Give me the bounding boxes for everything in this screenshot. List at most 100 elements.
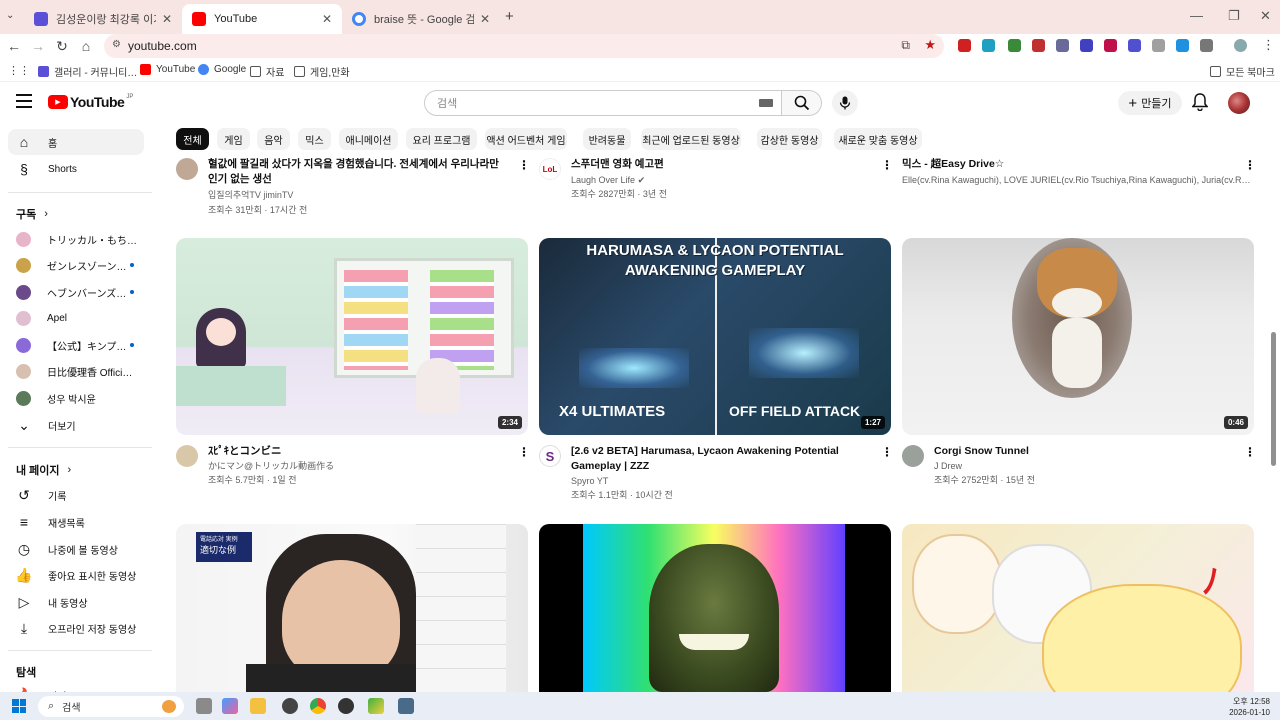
video-thumbnail[interactable]	[539, 524, 891, 692]
system-clock[interactable]: 오후 12:58 2026-01-10	[1229, 696, 1270, 718]
page-scrollbar[interactable]	[1271, 332, 1276, 466]
channel-name[interactable]: Laugh Over Life ✔	[571, 173, 645, 187]
site-info-icon[interactable]: ⚙	[112, 39, 121, 50]
video-thumbnail[interactable]: 電話応対 実例 適切な例	[176, 524, 528, 692]
voice-search-button[interactable]	[832, 90, 858, 116]
bookmark-folder-games[interactable]: 게임,만화	[294, 64, 350, 79]
video-title[interactable]: Corgi Snow Tunnel	[934, 444, 1230, 459]
chip-watched[interactable]: 감상한 동영상	[757, 128, 822, 150]
video-menu-icon[interactable]: ⋮	[518, 445, 530, 459]
file-explorer-icon[interactable]	[250, 698, 266, 714]
sidebar-subscription[interactable]: ヘブンバーンズ…	[8, 279, 144, 305]
browser-tab-google[interactable]: braise 뜻 - Google 검색 ✕	[342, 4, 500, 34]
sidebar-subscription[interactable]: ゼンレスゾーン…	[8, 252, 144, 278]
extension-icon[interactable]	[1056, 39, 1069, 52]
video-menu-icon[interactable]: ⋮	[518, 158, 530, 172]
video-thumbnail[interactable]: 2:34	[176, 238, 528, 435]
channel-avatar[interactable]: LoL	[539, 158, 561, 180]
keyboard-icon[interactable]	[759, 99, 773, 107]
bookmark-youtube[interactable]: YouTube	[140, 64, 195, 75]
sidebar-item-liked[interactable]: 👍 좋아요 표시한 동영상	[8, 562, 144, 588]
video-title[interactable]: 혈값에 팔길래 샀다가 지옥을 경험했습니다. 전세계에서 우리나라만 인기 없…	[208, 157, 504, 187]
video-menu-icon[interactable]: ⋮	[881, 158, 893, 172]
sidebar-subscription[interactable]: 성우 박시윤	[8, 385, 144, 411]
chip-music[interactable]: 음악	[257, 128, 290, 150]
extension-icon[interactable]	[1128, 39, 1141, 52]
tab-search-chevron-icon[interactable]: ⌄	[6, 10, 14, 21]
extension-icon[interactable]	[1104, 39, 1117, 52]
bookmark-star-icon[interactable]: ★	[924, 37, 936, 53]
video-menu-icon[interactable]: ⋮	[1244, 445, 1256, 459]
extension-icon[interactable]	[1080, 39, 1093, 52]
windows-start-icon[interactable]	[12, 699, 26, 713]
forward-icon[interactable]: →	[30, 38, 46, 54]
restore-icon[interactable]: ❐	[1228, 8, 1240, 24]
minimize-icon[interactable]: —	[1190, 8, 1203, 23]
subscriptions-header[interactable]: 구독 ›	[16, 206, 48, 222]
notifications-bell-icon[interactable]	[1191, 93, 1209, 116]
chip-recently-uploaded[interactable]: 최근에 업로드된 동영상	[641, 128, 741, 150]
sidebar-subscription[interactable]: Apel	[8, 305, 144, 331]
create-button[interactable]: + 만들기	[1118, 91, 1182, 115]
youtube-logo[interactable]: ▶ YouTube JP	[48, 94, 133, 110]
video-thumbnail[interactable]: HARUMASA & LYCAON POTENTIAL AWAKENING GA…	[539, 238, 891, 435]
apps-grid-icon[interactable]: ⋮⋮	[8, 64, 30, 77]
video-title[interactable]: ｽﾋﾟｷとコンビニ	[208, 444, 504, 459]
video-thumbnail[interactable]: ﾉ	[902, 524, 1254, 692]
app-icon[interactable]	[282, 698, 298, 714]
cast-icon[interactable]: ⧉	[901, 38, 910, 53]
video-title[interactable]: 스푸더맨 영화 예고편	[571, 157, 867, 172]
hamburger-menu-icon[interactable]	[16, 94, 32, 108]
sidebar-item-playlists[interactable]: ≡ 재생목록	[8, 509, 144, 535]
video-menu-icon[interactable]: ⋮	[881, 445, 893, 459]
sidebar-subscription[interactable]: 日比優理香 Official …	[8, 358, 144, 384]
video-thumbnail[interactable]: 0:46	[902, 238, 1254, 435]
video-title[interactable]: [2.6 v2 BETA] Harumasa, Lycaon Awakening…	[571, 444, 867, 474]
channel-avatar[interactable]: S	[539, 445, 561, 467]
app-icon[interactable]	[398, 698, 414, 714]
video-title[interactable]: 믹스 - 超Easy Drive☆	[902, 157, 1232, 172]
close-window-icon[interactable]: ✕	[1260, 8, 1271, 24]
channel-name[interactable]: 입질의추억TV jiminTV	[208, 188, 293, 202]
back-icon[interactable]: ←	[6, 38, 22, 54]
chip-action-adventure[interactable]: 액션 어드벤처 게임	[485, 128, 567, 150]
browser-tab-youtube[interactable]: YouTube ✕	[182, 4, 342, 34]
sidebar-subscription[interactable]: 【公式】キンプ…	[8, 332, 144, 358]
browser-tab-1[interactable]: 김성운이랑 최강록 이거 뭐냐… ✕	[24, 4, 182, 34]
you-header[interactable]: 내 페이지 ›	[16, 462, 71, 478]
download-icon[interactable]	[1176, 39, 1189, 52]
address-bar[interactable]: ⚙ youtube.com ⧉ ★	[104, 34, 944, 58]
reload-icon[interactable]: ↻	[54, 38, 70, 55]
app-icon[interactable]	[368, 698, 384, 714]
channel-name[interactable]: Spyro YT	[571, 474, 608, 488]
new-tab-button[interactable]: +	[505, 8, 514, 25]
sidebar-item-downloads[interactable]: ⤓ 오프라인 저장 동영상	[8, 615, 144, 641]
close-tab-icon[interactable]: ✕	[480, 12, 490, 26]
chip-cooking[interactable]: 요리 프로그램	[406, 128, 477, 150]
account-avatar[interactable]	[1228, 92, 1250, 114]
extension-icon[interactable]	[1152, 39, 1165, 52]
sidebar-item-more[interactable]: ⌄ 더보기	[8, 412, 144, 438]
app-icon[interactable]	[338, 698, 354, 714]
chip-games[interactable]: 게임	[217, 128, 250, 150]
sidebar-item-watch-later[interactable]: ◷ 나중에 볼 동영상	[8, 536, 144, 562]
extension-icon[interactable]	[982, 39, 995, 52]
close-tab-icon[interactable]: ✕	[322, 12, 332, 26]
channel-avatar[interactable]	[176, 445, 198, 467]
sidebar-item-home[interactable]: ⌂ 홈	[8, 129, 144, 155]
home-icon[interactable]: ⌂	[78, 38, 94, 54]
chip-pets[interactable]: 반려동물	[583, 128, 631, 150]
chip-mix[interactable]: 믹스	[298, 128, 331, 150]
extension-icon[interactable]	[958, 39, 971, 52]
bookmark-gallery[interactable]: 갤러리 - 커뮤니티…	[38, 64, 137, 79]
chip-animation[interactable]: 애니메이션	[339, 128, 398, 150]
task-view-icon[interactable]	[196, 698, 212, 714]
all-bookmarks[interactable]: 모든 북마크	[1210, 64, 1275, 79]
extension-icon[interactable]	[1032, 39, 1045, 52]
search-button[interactable]	[782, 90, 822, 116]
bookmark-google[interactable]: Google	[198, 64, 246, 75]
close-tab-icon[interactable]: ✕	[162, 12, 172, 26]
chip-all[interactable]: 전체	[176, 128, 209, 150]
sidebar-item-your-videos[interactable]: ▷ 내 동영상	[8, 589, 144, 615]
search-input[interactable]: 검색	[424, 90, 782, 116]
